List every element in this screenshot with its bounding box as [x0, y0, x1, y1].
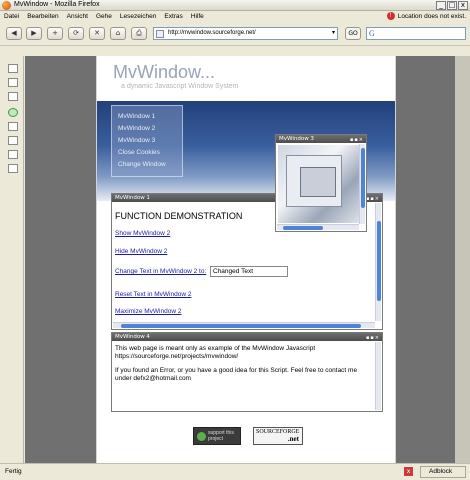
sourceforge-logo[interactable]: SOURCEFORGE .net	[253, 427, 303, 445]
dom-inspector-icon[interactable]	[8, 150, 18, 159]
error-icon: !	[386, 12, 395, 20]
support-icon	[197, 432, 206, 441]
maximize-button[interactable]: □	[447, 1, 457, 10]
mvwindow-3-screenshot	[278, 145, 360, 223]
console-icon[interactable]	[8, 164, 18, 173]
status-text: Fertig	[5, 468, 22, 475]
nav-link-change-window[interactable]: Change Window	[118, 161, 166, 168]
mvwindow-4-content: This web page is meant only as example o…	[115, 345, 370, 382]
page-viewport: MvWindow... a dynamic Javascript Window …	[25, 56, 470, 463]
menu-gehe[interactable]: Gehe	[96, 13, 112, 20]
home-button[interactable]: ⌂	[110, 27, 126, 40]
reload-button[interactable]: +	[47, 27, 63, 40]
mvwindow-1-vscrollbar[interactable]	[375, 203, 381, 321]
mvwindow-3-titlebar[interactable]: MvWindow 3 ▪▪×	[276, 135, 366, 143]
chevron-down-icon[interactable]: ▾	[332, 29, 335, 36]
nav-link-mvwindow1[interactable]: MvWindow 1	[118, 113, 155, 120]
site-subtitle: a dynamic Javascript Window System	[121, 83, 239, 90]
mvwindow-3-title: MvWindow 3	[279, 136, 314, 142]
project-url: https://sourceforge.net/projects/mvwindo…	[115, 352, 239, 360]
window-title: MvWindow - Mozilla Firefox	[14, 1, 100, 8]
nav-link-mvwindow2[interactable]: MvWindow 2	[118, 125, 155, 132]
url-text[interactable]: http://mvwindow.sourceforge.net/	[168, 30, 256, 36]
sidebar-toolbar	[0, 56, 24, 463]
tools-icon[interactable]	[8, 122, 18, 131]
firefox-icon	[2, 1, 11, 10]
navigation-toolbar: ◀ ▶ + ⟳ ✕ ⌂ ⎙ http://mvwindow.sourceforg…	[0, 22, 470, 46]
refresh-icon[interactable]: ⟳	[68, 27, 84, 40]
mvwindow-3-hscroll-thumb[interactable]	[283, 226, 323, 230]
page-icon	[156, 30, 164, 38]
page-info-icon[interactable]	[8, 136, 18, 145]
google-icon: G	[369, 29, 375, 38]
maximize-mvwindow2-link[interactable]: Maximize MvWindow 2	[115, 308, 181, 315]
mvwindow-1-hscroll-thumb[interactable]	[121, 324, 361, 328]
print-button[interactable]: ⎙	[131, 27, 147, 40]
function-heading: FUNCTION DEMONSTRATION	[115, 211, 243, 221]
search-input[interactable]: G	[366, 27, 466, 40]
menu-hilfe[interactable]: Hilfe	[191, 13, 204, 20]
forward-button[interactable]: ▶	[26, 27, 42, 40]
mvwindow-1-controls[interactable]: ▪▪×	[366, 195, 380, 203]
site-title: MvWindow...	[113, 62, 216, 82]
menu-bearbeiten[interactable]: Bearbeiten	[27, 13, 58, 20]
error-console-icon[interactable]: x	[404, 467, 413, 476]
mvwindow-3-hscrollbar[interactable]	[277, 224, 359, 230]
back-button[interactable]: ◀	[6, 27, 22, 40]
window-controls: _ □ x	[436, 1, 468, 10]
show-mvwindow2-link[interactable]: Show MvWindow 2	[115, 230, 170, 237]
sourceforge-net-text: .net	[287, 435, 299, 443]
go-button[interactable]: GO	[345, 27, 361, 40]
mvwindow-1-hscrollbar[interactable]	[113, 322, 375, 328]
minimize-button[interactable]: _	[436, 1, 446, 10]
change-text-link[interactable]: Change Text in MvWindow 2 to:	[115, 268, 206, 275]
contact-text: If you found an Error, or you have a goo…	[115, 367, 358, 382]
mvwindow-3-vscroll-thumb[interactable]	[361, 148, 365, 208]
mvwindow-4-titlebar[interactable]: MvWindow 4 ▪▪×	[112, 333, 382, 341]
title-bar: MvWindow - Mozilla Firefox _ □ x	[0, 0, 470, 11]
mvwindow-4-vscrollbar[interactable]	[375, 342, 381, 410]
downloads-icon[interactable]	[8, 92, 18, 101]
support-badge-text: support this project	[208, 430, 234, 442]
status-bar: Fertig x Adblock	[0, 463, 470, 480]
reset-text-link[interactable]: Reset Text in MvWindow 2	[115, 291, 191, 298]
extension-icon[interactable]	[8, 108, 18, 117]
web-page: MvWindow... a dynamic Javascript Window …	[96, 56, 396, 463]
page-right-edge	[455, 56, 470, 463]
location-warning: ! Location does not exist.	[386, 12, 466, 20]
close-button[interactable]: x	[458, 1, 468, 10]
mvwindow-3[interactable]: MvWindow 3 ▪▪×	[275, 134, 367, 232]
location-warning-text: Location does not exist.	[397, 12, 466, 20]
history-icon[interactable]	[8, 78, 18, 87]
hide-mvwindow2-link[interactable]: Hide MvWindow 2	[115, 248, 167, 255]
info-line-1: This web page is meant only as example o…	[115, 345, 316, 352]
menu-extras[interactable]: Extras	[164, 13, 182, 20]
mvwindow-1-title: MvWindow 1	[115, 195, 150, 201]
mvwindow-4-controls[interactable]: ▪▪×	[366, 334, 380, 342]
change-text-input[interactable]: Changed Text	[210, 266, 288, 277]
adblock-status[interactable]: Adblock	[420, 466, 466, 478]
mvwindow-1-vscroll-thumb[interactable]	[377, 221, 381, 301]
menu-ansicht[interactable]: Ansicht	[67, 13, 88, 20]
site-nav: MvWindow 1 MvWindow 2 MvWindow 3 Close C…	[111, 105, 183, 177]
mvwindow-3-controls[interactable]: ▪▪×	[350, 136, 364, 144]
url-bar[interactable]: http://mvwindow.sourceforge.net/ ▾	[153, 27, 338, 40]
nav-link-close-cookies[interactable]: Close Cookies	[118, 149, 160, 156]
menu-lesezeichen[interactable]: Lesezeichen	[120, 13, 157, 20]
nav-link-mvwindow3[interactable]: MvWindow 3	[118, 137, 155, 144]
menu-bar: Datei Bearbeiten Ansicht Gehe Lesezeiche…	[0, 11, 470, 22]
mvwindow-4-title: MvWindow 4	[115, 334, 150, 340]
screenshot-window-inner	[300, 167, 336, 197]
stop-button[interactable]: ✕	[89, 27, 105, 40]
bookmarks-icon[interactable]	[8, 64, 18, 73]
mvwindow-3-vscrollbar[interactable]	[359, 144, 365, 224]
menu-datei[interactable]: Datei	[4, 13, 19, 20]
mvwindow-4[interactable]: MvWindow 4 ▪▪× This web page is meant on…	[111, 332, 383, 412]
support-project-badge[interactable]: support this project	[193, 427, 241, 445]
